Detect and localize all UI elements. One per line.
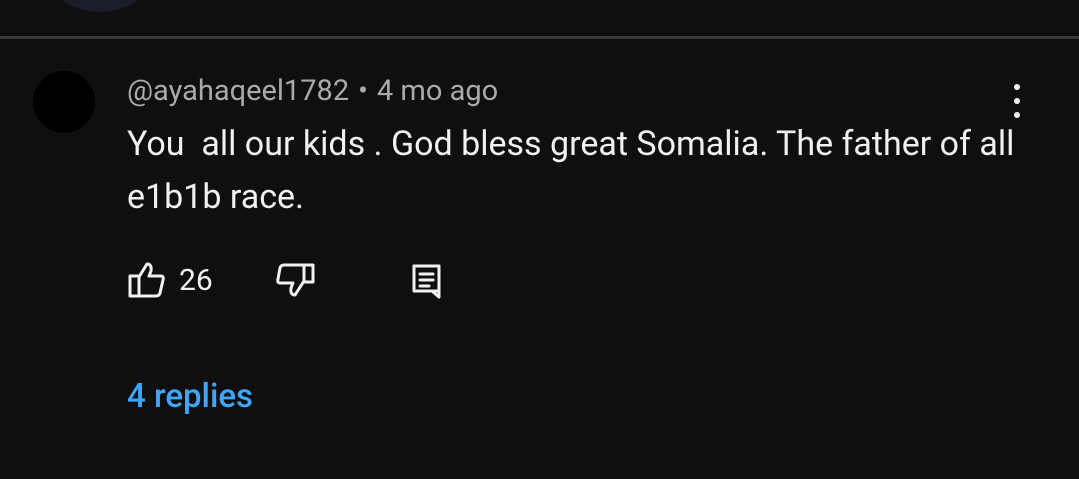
like-button[interactable] bbox=[126, 260, 168, 304]
comment-timestamp: 4 mo ago bbox=[376, 74, 499, 108]
thumbs-up-icon bbox=[128, 262, 165, 298]
dislike-button[interactable] bbox=[271, 262, 317, 302]
thumbs-down-icon bbox=[276, 263, 315, 297]
more-options-button[interactable] bbox=[1000, 80, 1034, 122]
comment-text: You all our kids . God bless great Somal… bbox=[127, 124, 1023, 217]
like-count: 26 bbox=[179, 263, 213, 298]
more-vertical-icon bbox=[1014, 84, 1020, 90]
more-vertical-icon-dot bbox=[1014, 112, 1020, 118]
avatar[interactable] bbox=[33, 71, 95, 133]
reply-comment-icon bbox=[412, 264, 441, 299]
previous-comment-avatar bbox=[50, 0, 150, 12]
reply-button[interactable] bbox=[410, 262, 444, 304]
meta-separator: • bbox=[358, 74, 368, 108]
comment-header: @ayahaqeel1782 • 4 mo ago bbox=[127, 73, 498, 109]
view-replies-link[interactable]: 4 replies bbox=[127, 377, 253, 417]
comment-divider bbox=[0, 36, 1079, 39]
comment-author[interactable]: @ayahaqeel1782 bbox=[127, 74, 349, 108]
more-vertical-icon-dot bbox=[1014, 98, 1020, 104]
